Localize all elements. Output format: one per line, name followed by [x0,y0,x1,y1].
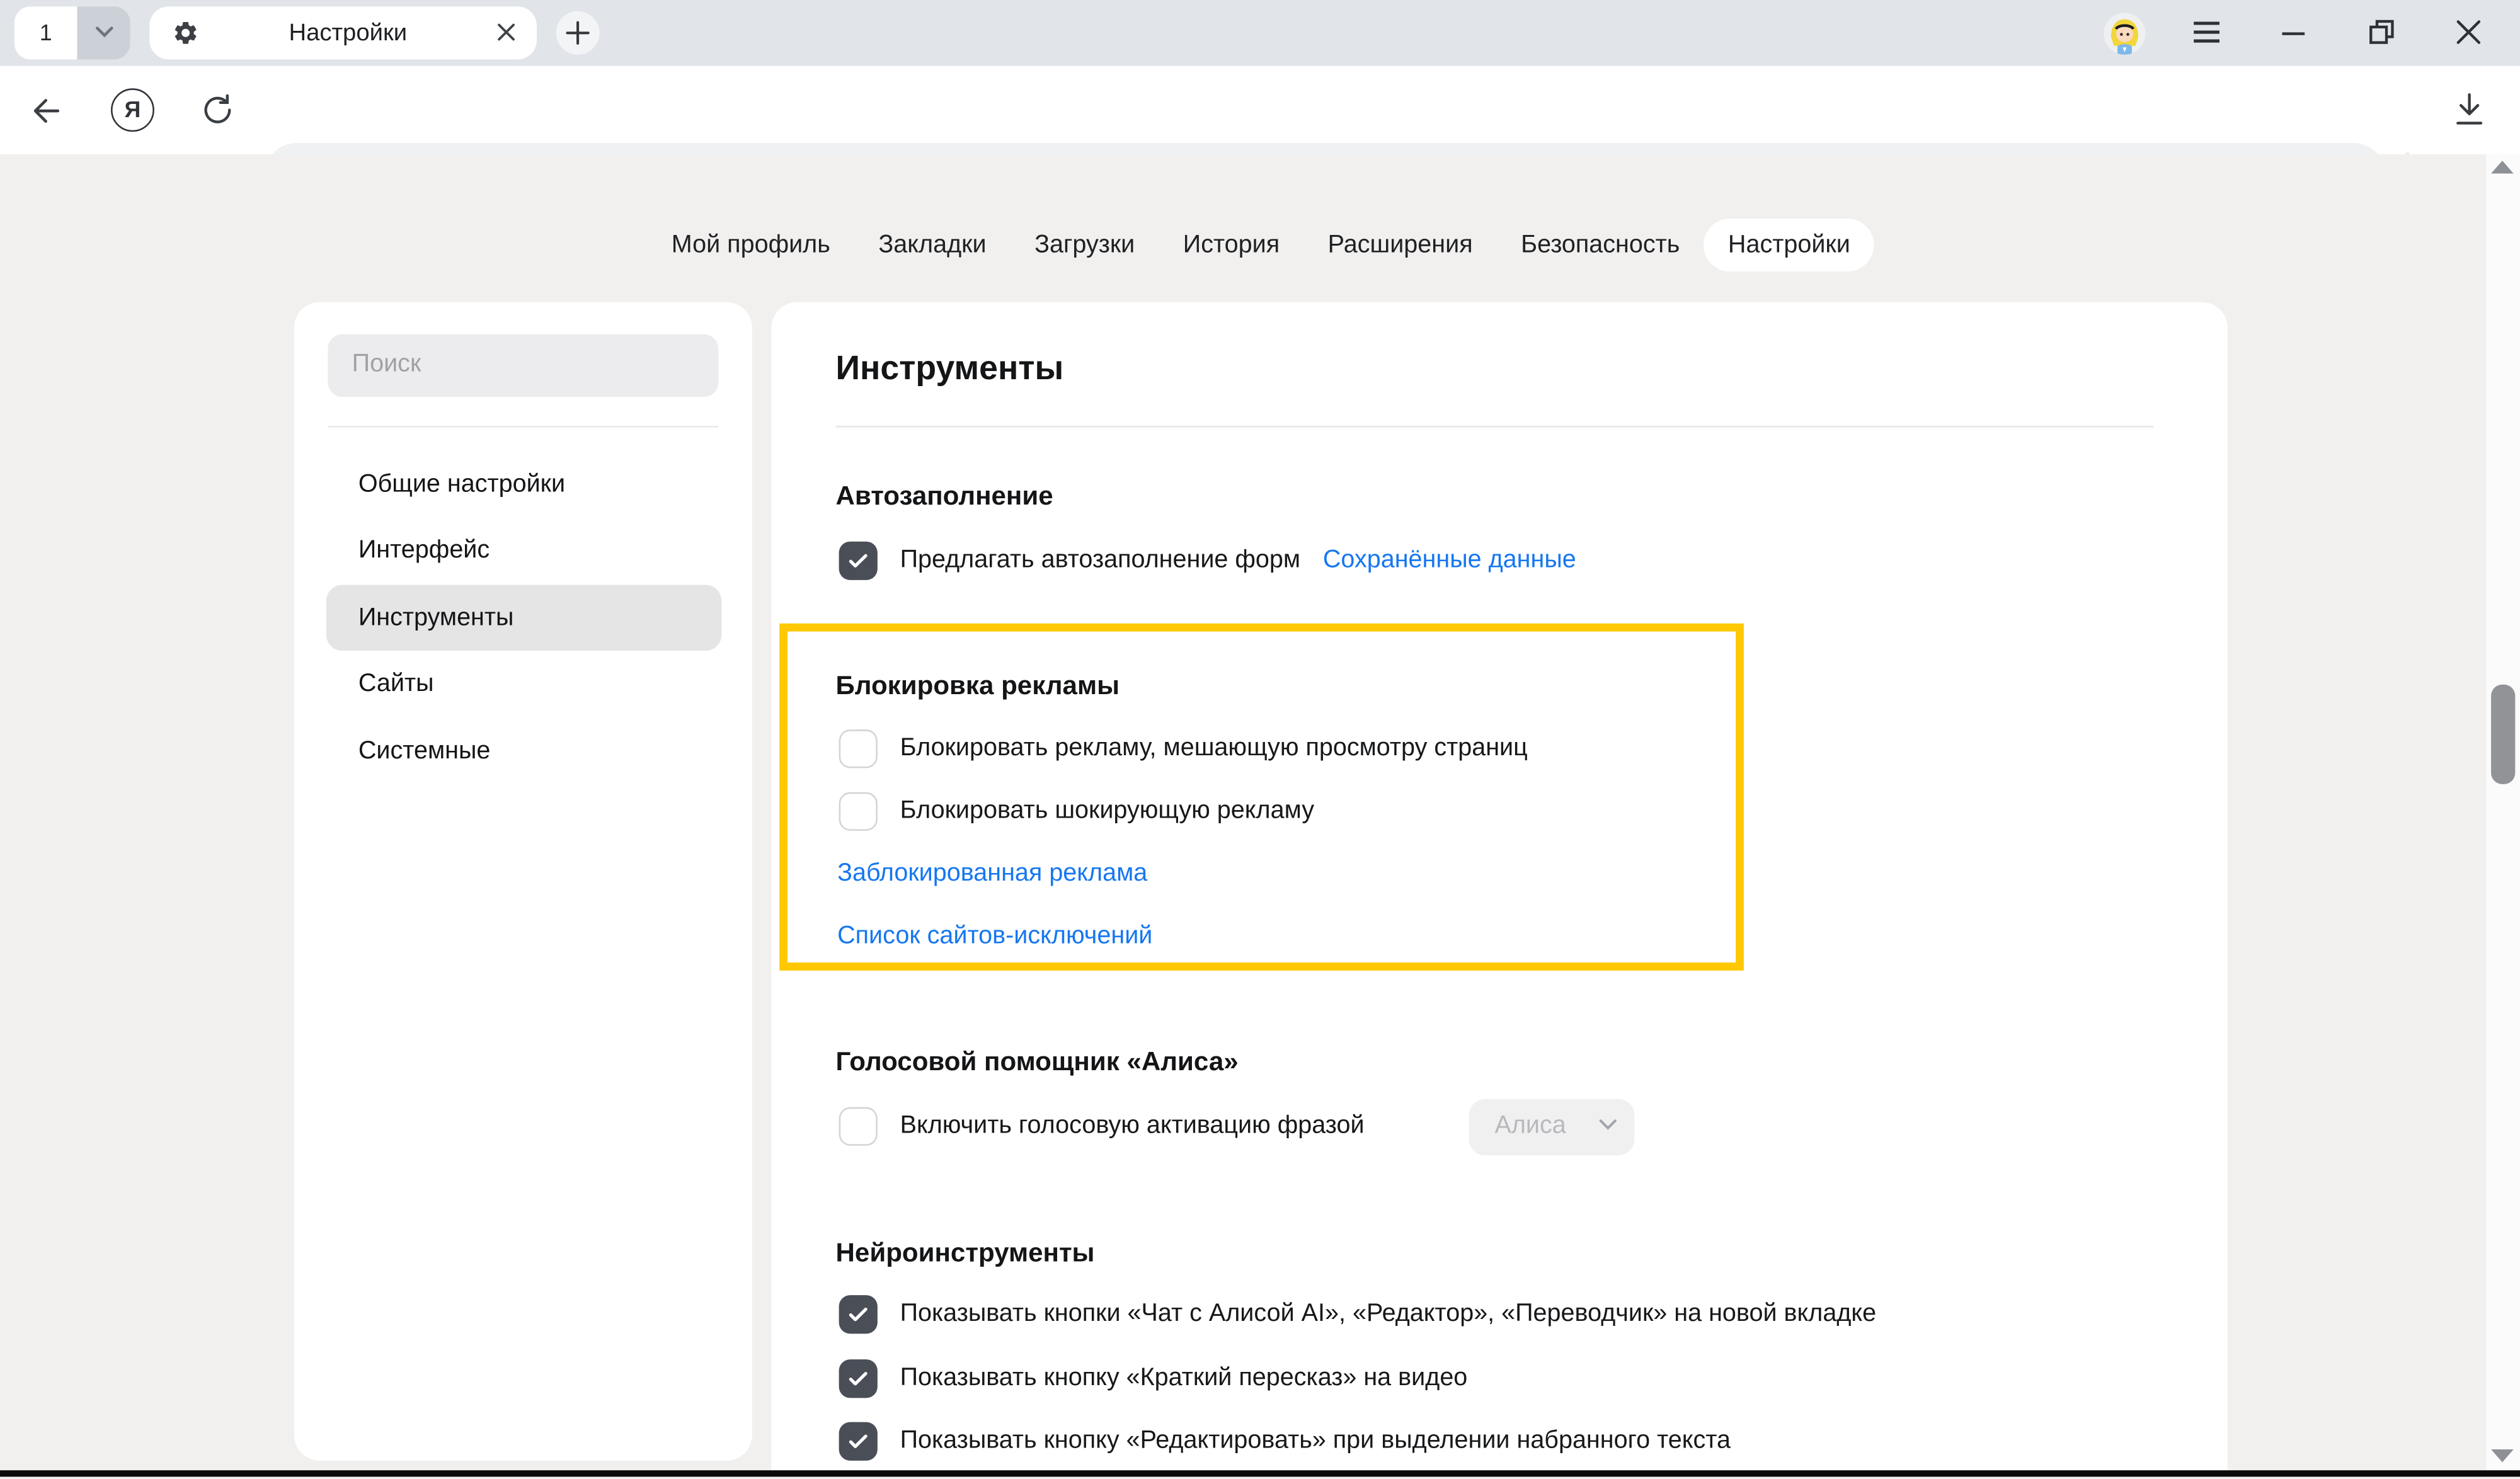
checkbox-row-neuro-buttons[interactable]: Показывать кнопки «Чат с Алисой AI», «Ре… [839,1296,1877,1334]
neuro-heading: Нейроинструменты [836,1237,1095,1269]
checkbox-label: Блокировать рекламу, мешающую просмотру … [900,734,1528,763]
chevron-down-icon[interactable] [77,6,130,59]
checkbox-block-shocking-ads[interactable] [839,792,878,831]
chevron-down-icon [1599,1119,1617,1132]
blocked-ads-link[interactable]: Заблокированная реклама [837,858,1147,890]
yandex-home-button[interactable]: Я [111,88,154,131]
sidebar-item-sites[interactable]: Сайты [326,651,722,718]
scroll-down-arrow[interactable] [2492,1449,2514,1462]
tab-count-control[interactable]: 1 [14,6,130,59]
alice-heading: Голосовой помощник «Алиса» [836,1046,1239,1078]
checkbox-row-video-summary[interactable]: Показывать кнопку «Краткий пересказ» на … [839,1359,1468,1398]
checkbox-row-block-shocking-ads[interactable]: Блокировать шокирующую рекламу [839,792,1314,831]
downloads-button[interactable] [2451,89,2488,128]
activation-phrase-dropdown[interactable]: Алиса [1469,1099,1635,1155]
profile-avatar[interactable] [2104,12,2145,54]
site-exceptions-link[interactable]: Список сайтов-исключений [837,921,1152,953]
tab-title: Настройки [199,19,496,46]
content-divider [836,426,2154,428]
sidebar-menu: Общие настройки Интерфейс Инструменты Са… [294,452,752,785]
window-restore-button[interactable] [2369,20,2395,45]
tab-security[interactable]: Безопасность [1497,219,1704,272]
page-scrollbar[interactable] [2485,154,2520,1471]
checkbox-row-block-intrusive-ads[interactable]: Блокировать рекламу, мешающую просмотру … [839,729,1528,768]
window-bottom-edge [0,1471,2520,1477]
sidebar-item-interface[interactable]: Интерфейс [326,518,722,585]
settings-search-input[interactable] [328,334,766,397]
autofill-heading: Автозаполнение [836,481,1053,513]
checkbox-label: Показывать кнопку «Редактировать» при вы… [900,1428,1731,1457]
settings-sidebar: Общие настройки Интерфейс Инструменты Са… [294,302,752,1461]
sidebar-item-tools[interactable]: Инструменты [326,585,722,652]
tab-bar: 1 Настройки [0,0,2520,65]
sidebar-divider [328,426,718,428]
ad-block-heading: Блокировка рекламы [836,670,1120,702]
toolbar: Я Y settings Настройки [0,65,2520,154]
tab-my-profile[interactable]: Мой профиль [647,219,854,272]
checkbox-row-autofill[interactable]: Предлагать автозаполнение форм Сохранённ… [839,542,1576,580]
tab-close-icon[interactable] [496,23,516,42]
browser-tab-settings[interactable]: Настройки [149,6,537,59]
gear-icon [172,19,199,46]
new-tab-button[interactable] [556,11,600,54]
tab-bookmarks[interactable]: Закладки [854,219,1011,272]
tab-history[interactable]: История [1159,219,1304,272]
back-button[interactable] [27,91,66,129]
settings-content: Инструменты Автозаполнение Предлагать ав… [771,302,2227,1472]
dropdown-value: Алиса [1494,1099,1566,1155]
checkbox-autofill-checked[interactable] [839,542,878,580]
tab-downloads[interactable]: Загрузки [1011,219,1159,272]
tab-extensions[interactable]: Расширения [1303,219,1496,272]
checkbox-neuro-buttons[interactable] [839,1296,878,1334]
browser-window: 1 Настройки [0,0,2520,1479]
window-minimize-button[interactable] [2281,20,2306,45]
checkbox-label: Показывать кнопку «Краткий пересказ» на … [900,1364,1468,1393]
checkbox-label: Предлагать автозаполнение форм [900,546,1301,575]
checkbox-label: Блокировать шокирующую рекламу [900,797,1314,826]
window-close-button[interactable] [2456,20,2482,45]
checkbox-edit-selected-text[interactable] [839,1423,878,1461]
saved-data-link[interactable]: Сохранённые данные [1323,546,1576,575]
browser-menu-icon[interactable] [2192,21,2221,43]
page-section-title: Инструменты [836,349,1064,389]
tab-count: 1 [14,6,77,59]
checkbox-video-summary[interactable] [839,1359,878,1398]
sidebar-item-system[interactable]: Системные [326,718,722,785]
checkbox-block-intrusive-ads[interactable] [839,729,878,768]
checkbox-label: Показывать кнопки «Чат с Алисой AI», «Ре… [900,1301,1877,1330]
ad-block-highlighted-section: Блокировка рекламы Блокировать рекламу, … [779,624,1744,971]
scroll-up-arrow[interactable] [2492,160,2514,173]
checkbox-label: Включить голосовую активацию фразой [900,1112,1365,1141]
reload-button[interactable] [199,91,236,128]
sidebar-item-general[interactable]: Общие настройки [326,452,722,518]
scrollbar-thumb[interactable] [2491,684,2514,784]
checkbox-voice-activation[interactable] [839,1107,878,1146]
checkbox-row-voice-activation[interactable]: Включить голосовую активацию фразой [839,1107,1365,1146]
settings-search-field[interactable] [328,334,718,397]
checkbox-row-edit-selected-text[interactable]: Показывать кнопку «Редактировать» при вы… [839,1423,1731,1461]
tab-settings[interactable]: Настройки [1704,219,1874,272]
settings-nav-tabs: Мой профиль Закладки Загрузки История Ра… [294,219,2228,272]
settings-page: Мой профиль Закладки Загрузки История Ра… [0,154,2520,1479]
